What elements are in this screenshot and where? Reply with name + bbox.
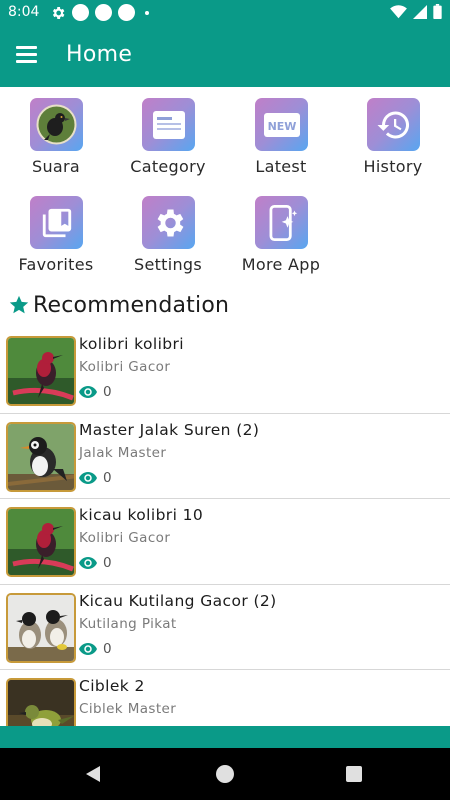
view-count-value: 0 <box>103 469 112 486</box>
view-count: 0 <box>79 470 112 486</box>
status-time: 8:04 <box>8 4 40 20</box>
hamburger-menu-icon[interactable] <box>14 42 46 72</box>
menu-item-more-app[interactable]: More App <box>225 186 337 276</box>
item-category: Ciblek Master <box>79 701 177 717</box>
item-title: Kicau Kutilang Gacor (2) <box>79 591 277 610</box>
view-count-value: 0 <box>103 640 112 657</box>
item-category: Kolibri Gacor <box>79 530 171 546</box>
bottom-banner-area <box>0 726 450 748</box>
notification-circle-icon <box>95 4 112 21</box>
item-category: Jalak Master <box>79 444 167 461</box>
system-nav-bar <box>0 748 450 800</box>
app-bar: Home <box>0 26 450 87</box>
recommendation-list[interactable]: kolibri kolibri Kolibri Gacor 0 Master J… <box>0 328 450 726</box>
menu-item-suara[interactable]: Suara <box>0 88 112 178</box>
bird-thumbnail <box>6 421 76 492</box>
bird-thumbnail <box>6 592 76 663</box>
menu-label: Settings <box>133 255 203 274</box>
eye-icon <box>79 386 97 398</box>
item-category: Kutilang Pikat <box>79 615 177 632</box>
bird-thumbnail <box>6 336 76 406</box>
status-bar: 8:04 <box>0 0 450 26</box>
item-title: kicau kolibri 10 <box>79 506 204 524</box>
menu-item-category[interactable]: Category <box>112 88 224 178</box>
menu-label: Category <box>130 157 206 176</box>
menu-label: Suara <box>32 157 80 176</box>
section-header-recommendation: Recommendation <box>8 290 229 320</box>
item-title: Master Jalak Suren (2) <box>79 420 260 439</box>
bird-thumbnail <box>6 678 76 726</box>
bird-thumbnail <box>6 507 76 577</box>
menu-label: Favorites <box>18 255 94 274</box>
list-item[interactable]: kolibri kolibri Kolibri Gacor 0 <box>0 328 450 414</box>
view-count: 0 <box>79 555 112 571</box>
menu-item-favorites[interactable]: Favorites <box>0 186 112 276</box>
menu-item-settings[interactable]: Settings <box>112 186 224 276</box>
history-clock-icon <box>367 98 420 151</box>
bird-icon <box>30 98 83 151</box>
status-system-icons <box>390 4 442 19</box>
page-title: Home <box>66 42 133 67</box>
view-count-value: 0 <box>103 555 112 571</box>
wifi-icon <box>390 4 407 18</box>
star-icon <box>9 295 29 314</box>
view-count: 0 <box>79 641 112 657</box>
list-item[interactable]: Ciblek 2 Ciblek Master 0 <box>0 670 450 726</box>
view-count-value: 0 <box>103 384 112 400</box>
item-category: Kolibri Gacor <box>79 359 171 375</box>
section-title: Recommendation <box>33 292 230 318</box>
signal-icon <box>413 4 427 19</box>
menu-item-latest[interactable]: NEW Latest <box>225 88 337 178</box>
eye-icon <box>79 642 97 655</box>
list-item[interactable]: Master Jalak Suren (2) Jalak Master 0 <box>0 414 450 499</box>
list-item[interactable]: kicau kolibri 10 Kolibri Gacor 0 <box>0 499 450 585</box>
bookmark-stack-icon <box>30 196 83 249</box>
notification-circle-icon <box>72 4 89 21</box>
eye-icon <box>79 557 97 569</box>
menu-label: History <box>363 157 423 176</box>
category-card-icon <box>142 98 195 151</box>
item-title: Ciblek 2 <box>79 677 145 695</box>
status-notification-icons <box>50 4 149 21</box>
menu-item-history[interactable]: History <box>337 88 449 178</box>
item-title: kolibri kolibri <box>79 335 185 353</box>
more-notifications-dot-icon <box>145 10 149 15</box>
battery-icon <box>433 4 442 19</box>
notification-circle-icon <box>118 4 135 21</box>
menu-label: Latest <box>255 157 307 176</box>
menu-label: More App <box>241 255 321 274</box>
back-icon[interactable] <box>84 765 102 783</box>
phone-sparkle-icon <box>255 196 308 249</box>
svg-text:NEW: NEW <box>267 120 296 133</box>
view-count: 0 <box>79 384 112 400</box>
new-badge-icon: NEW <box>255 98 308 151</box>
gear-status-icon <box>52 6 65 19</box>
eye-icon <box>79 471 97 484</box>
home-icon[interactable] <box>216 765 234 783</box>
list-item[interactable]: Kicau Kutilang Gacor (2) Kutilang Pikat … <box>0 585 450 670</box>
gear-icon <box>142 196 195 249</box>
recent-apps-icon[interactable] <box>346 766 362 782</box>
